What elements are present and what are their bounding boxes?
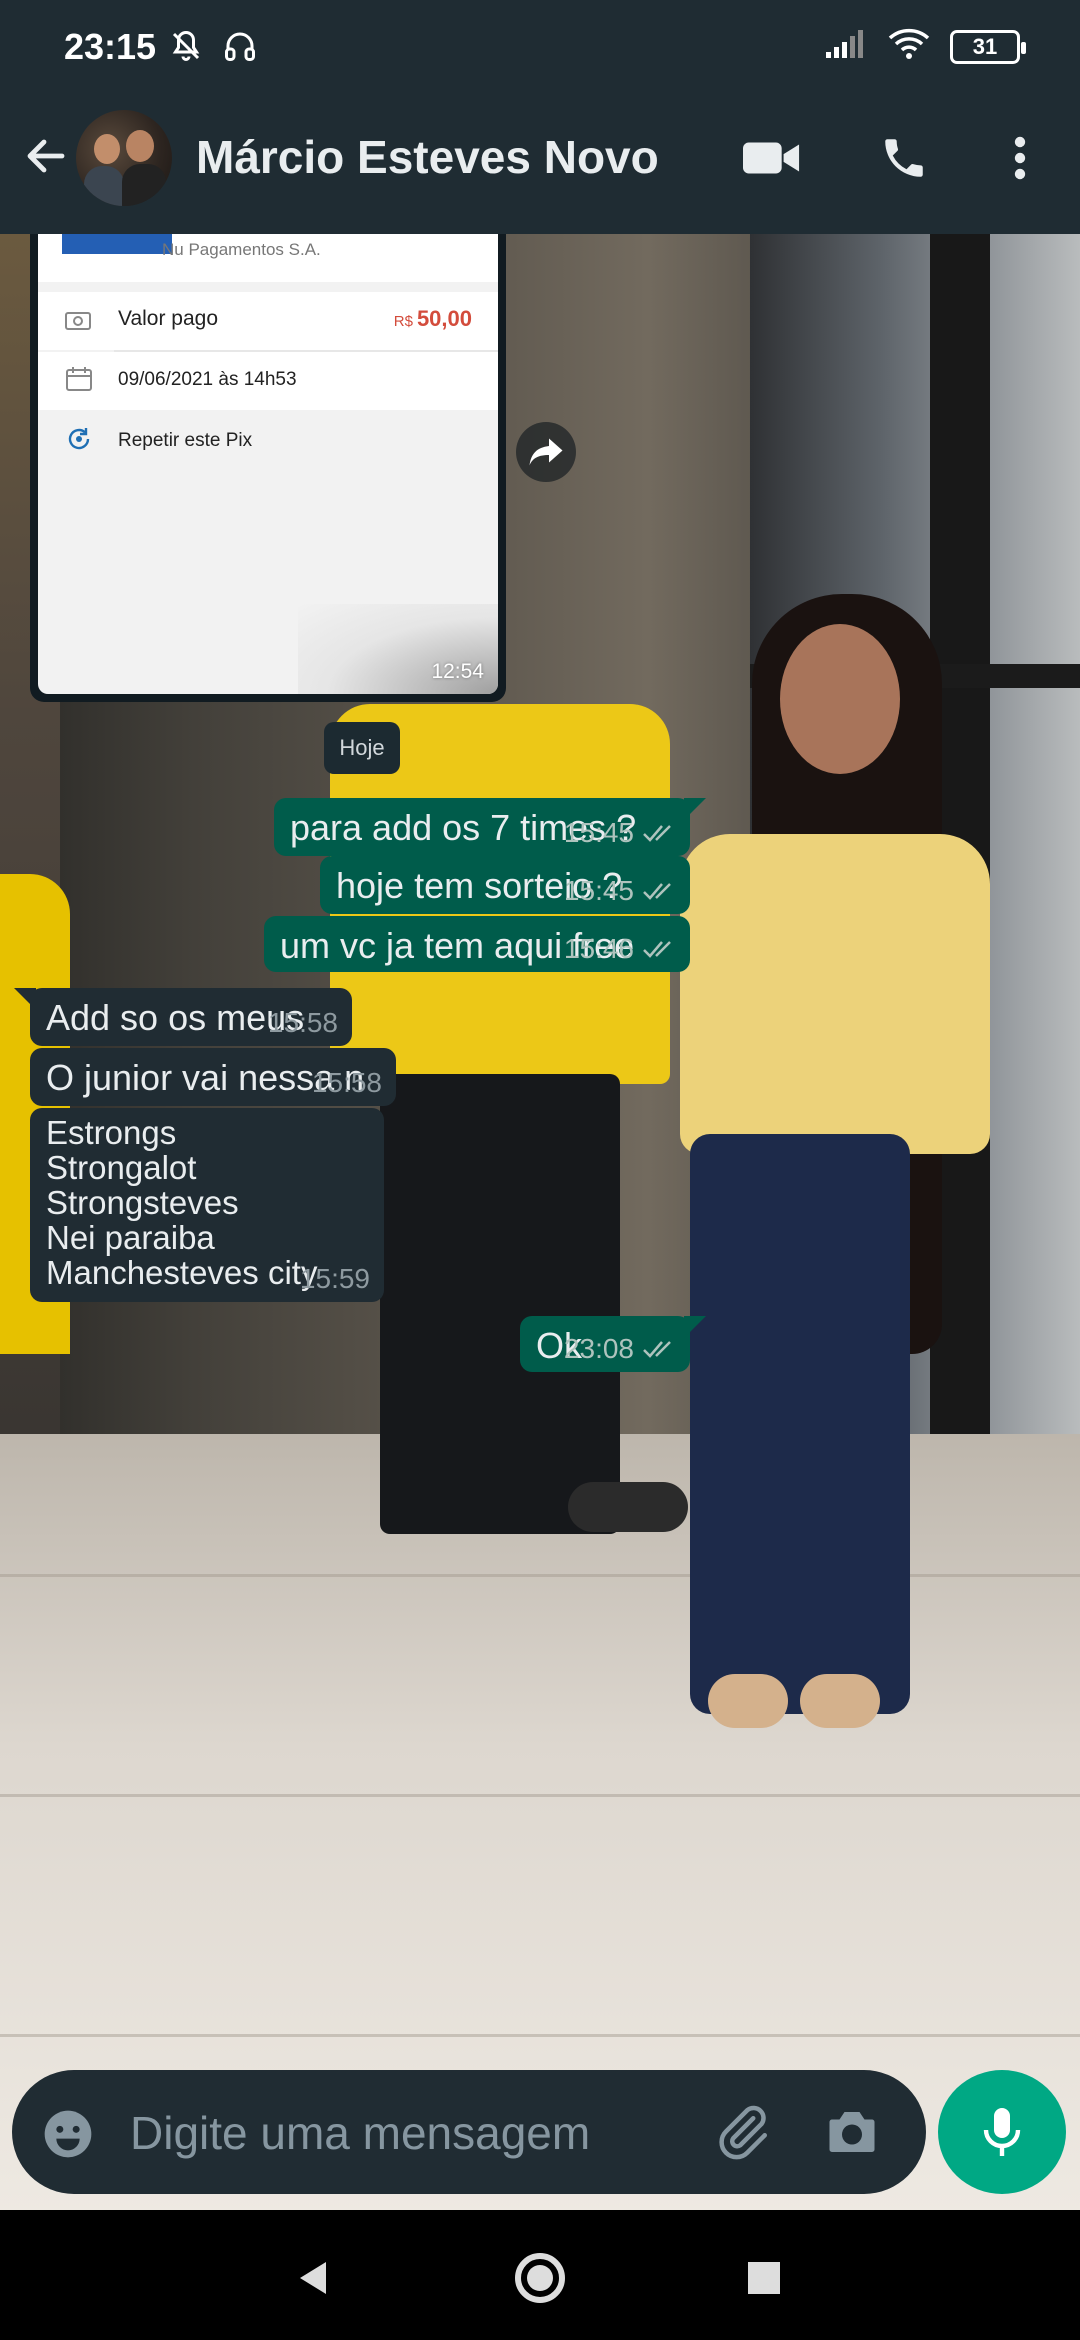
video-camera-icon [743,142,800,174]
bell-muted-icon [168,28,204,69]
message-bubble-outgoing[interactable]: hoje tem sorteio ? 15:45 [320,856,690,914]
double-check-icon [643,883,671,900]
money-icon [65,312,91,330]
triangle-back-icon [300,2262,326,2294]
nav-home-button[interactable] [512,2250,568,2306]
message-time: 23:08 [563,1332,634,1364]
headphones-icon [222,28,258,69]
message-text: Estrongs Strongalot Strongsteves Nei par… [46,1114,318,1291]
share-arrow-icon [529,438,563,466]
bank-logo-bar [62,234,172,254]
message-time: 15:58 [267,1006,338,1038]
message-input-bar[interactable]: Digite uma mensagem [12,2070,926,2194]
camera-icon[interactable] [822,2102,882,2162]
message-time: 15:45 [563,816,634,848]
message-bubble-outgoing[interactable]: para add os 7 times ? 15:45 [274,798,706,856]
message-time: 15:46 [563,932,634,964]
message-bubble-outgoing[interactable]: Ok 23:08 [520,1316,706,1372]
microphone-icon [983,2108,1021,2156]
forward-button[interactable] [516,422,576,482]
chat-header: Márcio Esteves Novo [0,80,1080,234]
date-separator: Hoje [324,722,400,774]
message-time: 15:59 [299,1262,370,1294]
emoji-icon[interactable] [40,2106,96,2162]
message-text: Add so os meus [46,997,305,1038]
battery-icon: 31 [950,29,1026,64]
phone-icon [885,139,923,177]
avatar[interactable] [76,110,172,206]
voice-message-button[interactable] [938,2070,1066,2194]
signal-icon [824,28,868,65]
double-check-icon [643,1341,671,1358]
message-bubble-incoming[interactable]: Estrongs Strongalot Strongsteves Nei par… [30,1108,384,1302]
arrow-left-icon [27,139,65,173]
status-bar: 23:15 31 [0,0,1080,80]
home-circle-icon [515,2253,565,2303]
nav-recents-button[interactable] [736,2250,792,2306]
message-time: 15:45 [563,874,634,906]
image-message[interactable]: Nu Pagamentos S.A. Valor pago R$ 50,00 09… [30,234,506,702]
wifi-icon [888,28,930,65]
more-options-button[interactable] [988,126,1052,190]
message-input[interactable]: Digite uma mensagem [130,2106,590,2160]
pix-receipt-image[interactable]: Nu Pagamentos S.A. Valor pago R$ 50,00 09… [38,234,498,694]
voice-call-button[interactable] [872,126,936,190]
chat-area[interactable]: Nu Pagamentos S.A. Valor pago R$ 50,00 09… [0,234,1080,2210]
repeat-icon [68,428,90,450]
double-check-icon [643,941,671,958]
nav-back-button[interactable] [286,2250,342,2306]
paperclip-icon[interactable] [712,2102,772,2162]
contact-name[interactable]: Márcio Esteves Novo [196,130,659,184]
image-message-time: 12:54 [431,660,484,683]
system-nav-bar [0,2210,1080,2340]
repeat-pix-link[interactable]: Repetir este Pix [118,430,252,452]
message-bubble-incoming[interactable]: O junior vai nessa n 15:58 [30,1048,396,1106]
status-time: 23:15 [64,26,157,67]
square-recents-icon [748,2262,780,2294]
message-bubble-outgoing[interactable]: um vc ja tem aqui free 15:46 [264,916,690,972]
message-bubble-incoming[interactable]: Add so os meus 15:58 [14,988,352,1046]
bank-name: Nu Pagamentos S.A. [162,240,321,259]
double-check-icon [643,825,671,842]
payment-date: 09/06/2021 às 14h53 [118,369,297,390]
kebab-menu-icon [1014,136,1026,180]
message-time: 15:58 [311,1066,382,1098]
valor-label: Valor pago [118,307,219,330]
back-button[interactable] [18,126,74,186]
video-call-button[interactable] [740,126,804,190]
valor-value: R$ 50,00 [393,306,472,331]
calendar-icon [66,367,92,391]
